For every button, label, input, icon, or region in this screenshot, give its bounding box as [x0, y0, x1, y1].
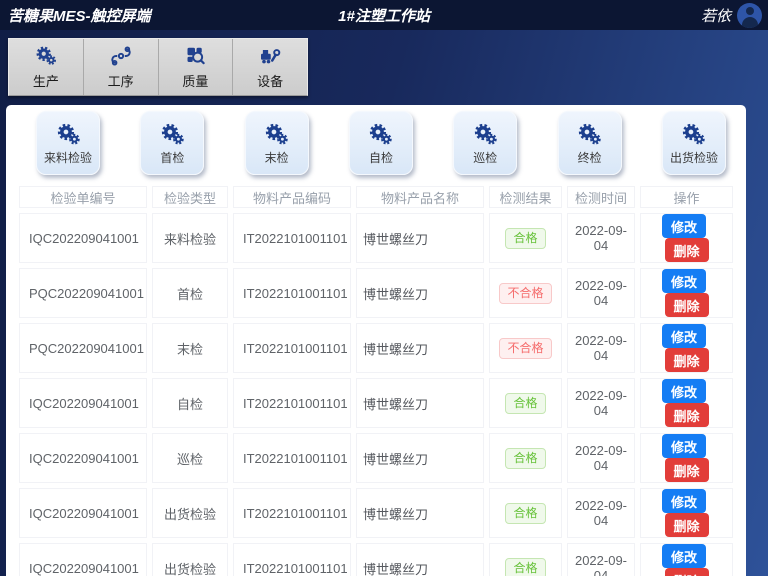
quality-nav-first-inspection[interactable]: 首检 — [140, 111, 204, 175]
result-badge: 不合格 — [499, 338, 551, 359]
delete-button[interactable]: 删除 — [665, 348, 709, 372]
process-route-icon — [109, 44, 133, 68]
quality-nav-self-inspection[interactable]: 自检 — [349, 111, 413, 175]
delete-button[interactable]: 删除 — [665, 458, 709, 482]
edit-button[interactable]: 修改 — [662, 434, 706, 458]
table-row: PQC202209041001 首检 IT2022101001101 博世螺丝刀… — [19, 268, 733, 318]
table-row: IQC202209041001 来料检验 IT2022101001101 博世螺… — [19, 213, 733, 263]
gears-icon — [159, 121, 186, 148]
tab-label: 生产 — [33, 71, 59, 90]
tab-process[interactable]: 工序 — [84, 39, 159, 95]
table-row: IQC202209041001 出货检验 IT2022101001101 博世螺… — [19, 488, 733, 538]
result-badge: 合格 — [505, 228, 545, 249]
gears-icon — [34, 44, 58, 68]
tab-label: 工序 — [108, 71, 134, 90]
gears-icon — [576, 121, 603, 148]
quality-nav-incoming-inspection[interactable]: 来料检验 — [36, 111, 100, 175]
col-header-material-code: 物料产品编码 — [233, 186, 351, 208]
table-row: IQC202209041001 自检 IT2022101001101 博世螺丝刀… — [19, 378, 733, 428]
quality-subnav: 来料检验 首检 末检 自检 巡检 终检 出货检验 — [6, 105, 746, 175]
quality-inspect-icon — [183, 44, 207, 68]
table-row: IQC202209041001 出货检验 IT2022101001101 博世螺… — [19, 543, 733, 576]
main-nav-tabbar: 生产 工序 质量 设备 — [8, 38, 308, 96]
edit-button[interactable]: 修改 — [662, 269, 706, 293]
delete-button[interactable]: 删除 — [665, 293, 709, 317]
tab-label: 设备 — [257, 71, 283, 90]
edit-button[interactable]: 修改 — [662, 379, 706, 403]
table-row: PQC202209041001 末检 IT2022101001101 博世螺丝刀… — [19, 323, 733, 373]
delete-button[interactable]: 删除 — [665, 568, 709, 576]
content-panel: 来料检验 首检 末检 自检 巡检 终检 出货检验 — [6, 105, 746, 576]
col-header-result: 检测结果 — [489, 186, 562, 208]
result-badge: 合格 — [505, 558, 545, 576]
result-badge: 不合格 — [499, 283, 551, 304]
edit-button[interactable]: 修改 — [662, 324, 706, 348]
app-title: 苦糖果MES-触控屏端 — [0, 5, 151, 26]
station-title: 1#注塑工作站 — [338, 5, 430, 26]
edit-button[interactable]: 修改 — [662, 489, 706, 513]
inspection-table: 检验单编号 检验类型 物料产品编码 物料产品名称 检测结果 检测时间 操作 IQ… — [14, 181, 738, 576]
top-bar: 苦糖果MES-触控屏端 1#注塑工作站 若依 — [0, 0, 768, 30]
col-header-time: 检测时间 — [567, 186, 635, 208]
quality-nav-final-inspection[interactable]: 终检 — [558, 111, 622, 175]
tab-label: 质量 — [182, 71, 208, 90]
table-row: IQC202209041001 巡检 IT2022101001101 博世螺丝刀… — [19, 433, 733, 483]
col-header-inspection-type: 检验类型 — [152, 186, 228, 208]
result-badge: 合格 — [505, 448, 545, 469]
col-header-material-name: 物料产品名称 — [356, 186, 484, 208]
gears-icon — [55, 121, 82, 148]
result-badge: 合格 — [505, 503, 545, 524]
quality-nav-patrol-inspection[interactable]: 巡检 — [453, 111, 517, 175]
username: 若依 — [701, 5, 731, 26]
tab-equipment[interactable]: 设备 — [233, 39, 307, 95]
edit-button[interactable]: 修改 — [662, 214, 706, 238]
gears-icon — [680, 121, 707, 148]
delete-button[interactable]: 删除 — [665, 238, 709, 262]
equipment-icon — [258, 44, 282, 68]
col-header-inspection-no: 检验单编号 — [19, 186, 147, 208]
delete-button[interactable]: 删除 — [665, 513, 709, 537]
quality-nav-outgoing-inspection[interactable]: 出货检验 — [662, 111, 726, 175]
tab-production[interactable]: 生产 — [9, 39, 84, 95]
user-avatar-icon[interactable] — [737, 3, 762, 28]
table-header-row: 检验单编号 检验类型 物料产品编码 物料产品名称 检测结果 检测时间 操作 — [19, 186, 733, 208]
tab-quality[interactable]: 质量 — [159, 39, 234, 95]
delete-button[interactable]: 删除 — [665, 403, 709, 427]
col-header-operation: 操作 — [640, 186, 733, 208]
user-box: 若依 — [701, 0, 762, 30]
gears-icon — [367, 121, 394, 148]
result-badge: 合格 — [505, 393, 545, 414]
quality-nav-last-inspection[interactable]: 末检 — [245, 111, 309, 175]
gears-icon — [472, 121, 499, 148]
gears-icon — [263, 121, 290, 148]
edit-button[interactable]: 修改 — [662, 544, 706, 568]
